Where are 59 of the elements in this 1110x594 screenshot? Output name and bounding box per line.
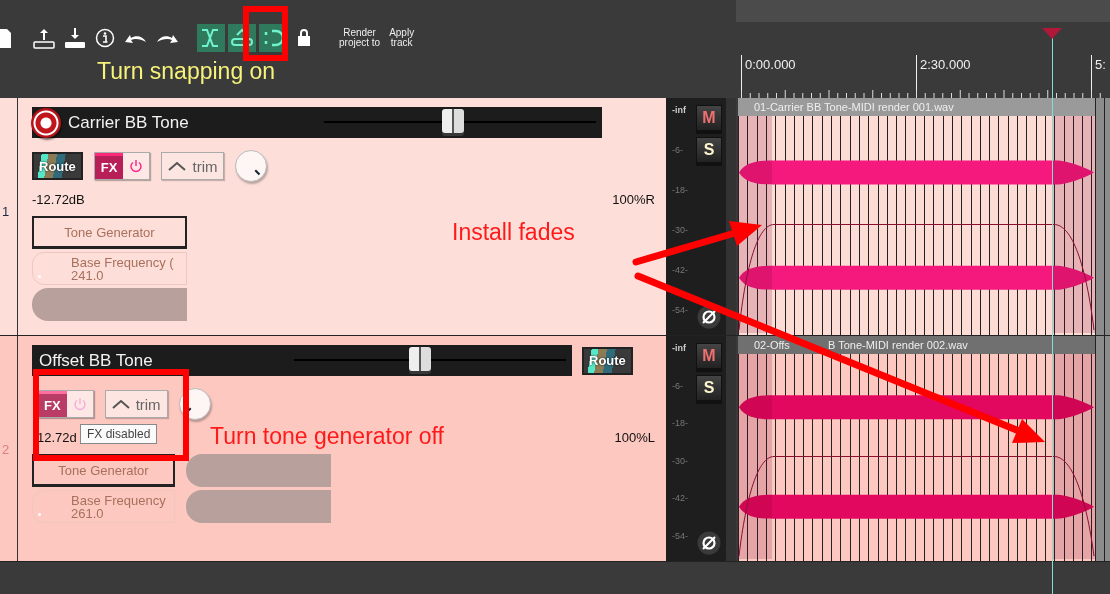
toolbar-text-button[interactable]: Apply track <box>389 28 415 48</box>
highlight-box <box>243 6 288 61</box>
trim-button[interactable]: trim <box>161 152 225 180</box>
plugin-title-button[interactable]: Tone Generator <box>32 216 187 249</box>
meter-scale-label: -42- <box>672 493 689 504</box>
trim-button[interactable]: trim <box>104 390 168 418</box>
lock-icon[interactable] <box>298 27 310 49</box>
meter-scale-label: -inf <box>672 343 687 353</box>
volume-readout: -12.72dB <box>32 192 85 207</box>
meter-scale-label: -18- <box>672 418 689 429</box>
phase-invert-icon[interactable] <box>697 531 721 555</box>
pan-readout: 100%R <box>612 192 655 207</box>
meter-scale-label: -30- <box>672 455 689 466</box>
tooltip: FX disabled <box>80 424 158 444</box>
upload-icon[interactable] <box>33 27 55 49</box>
fx-button[interactable]: FX <box>93 152 151 180</box>
new-file-icon[interactable] <box>0 27 12 49</box>
mute-button[interactable]: M <box>696 343 722 369</box>
track-name: Offset BB Tone <box>39 350 153 371</box>
record-arm-button[interactable] <box>31 107 61 138</box>
mute-button[interactable]: M <box>696 105 722 131</box>
info-icon[interactable] <box>95 27 115 49</box>
audio-item-name: 02-Offs <box>754 339 790 351</box>
fader-thumb[interactable] <box>441 109 464 133</box>
meter-scale-label: -42- <box>672 265 689 275</box>
envelope-icon <box>111 398 132 410</box>
meter-scale-label: -inf <box>672 105 687 115</box>
audio-item-header[interactable]: 02-Offs B Tone-MIDI render 002.wav <box>738 336 1095 354</box>
meter-scale-label: -6- <box>672 380 684 391</box>
annotation-text: Turn snapping on <box>97 58 276 85</box>
pan-readout: 100%L <box>614 430 655 445</box>
fader-thumb[interactable] <box>409 347 431 371</box>
track-number: 1 <box>2 204 10 219</box>
toolbar-text-button[interactable]: Render project to <box>339 28 381 48</box>
annotation-text: Turn tone generator off <box>210 423 444 450</box>
meter-scale-label: -54- <box>672 530 689 541</box>
parameter-slider[interactable]: Base Frequency ( 241.0 <box>32 252 187 285</box>
fx-button[interactable]: FX <box>37 390 94 418</box>
meter-scale-label: -54- <box>672 305 689 315</box>
meter-scale-label: -18- <box>672 185 689 195</box>
volume-readout: 12.72d <box>37 430 77 445</box>
track-name-bar[interactable]: Carrier BB Tone <box>32 107 602 138</box>
annotation-text: Install fades <box>452 219 575 246</box>
download-icon[interactable] <box>64 27 86 49</box>
phase-invert-icon[interactable] <box>697 305 721 329</box>
solo-button[interactable]: S <box>696 375 722 401</box>
ruler-time-label: 2:30.000 <box>920 57 971 72</box>
audio-item-name: 01-Carrier BB Tone-MIDI render 001.wav <box>754 101 954 113</box>
ruler-time-label: 5: <box>1095 57 1106 72</box>
ruler-time-label: 0:00.000 <box>745 57 796 72</box>
audio-item-name: B Tone-MIDI render 002.wav <box>828 338 968 353</box>
track-name-bar[interactable]: Offset BB Tone <box>32 345 572 376</box>
meter-scale-label: -30- <box>672 225 689 235</box>
power-icon[interactable] <box>129 159 144 173</box>
solo-button[interactable]: S <box>696 137 722 163</box>
track-number: 2 <box>2 442 10 457</box>
meter-scale-label: -6- <box>672 145 684 155</box>
playhead-marker-icon[interactable] <box>1042 28 1062 39</box>
track-name: Carrier BB Tone <box>68 112 189 133</box>
